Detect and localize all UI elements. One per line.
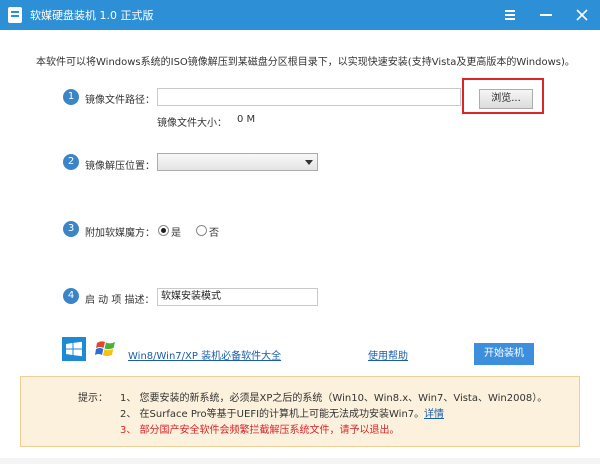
step-2-badge: 2 xyxy=(63,154,79,170)
help-link[interactable]: 使用帮助 xyxy=(368,347,408,362)
software-collection-link[interactable]: Win8/Win7/XP 装机必备软件大全 xyxy=(128,347,281,362)
radio-yes-label: 是 xyxy=(171,228,181,239)
description-text: 本软件可以将Windows系统的ISO镜像解压到某磁盘分区根目录下，以实现快速安… xyxy=(36,57,575,68)
windows8-logo-icon xyxy=(62,337,86,361)
tip-line-2: 2、 在Surface Pro等基于UEFI的计算机上可能无法成功安装Win7。 xyxy=(120,409,425,420)
windows-xp-logo-icon xyxy=(95,341,115,357)
step-1-badge: 1 xyxy=(63,89,79,105)
extract-location-label: 镜像解压位置： xyxy=(85,161,155,172)
boot-desc-label: 启 动 项 描述： xyxy=(85,295,155,306)
image-path-input[interactable] xyxy=(157,88,461,106)
tip-line-1: 1、 您要安装的新系统，必须是XP之后的系统（Win10、Win8.x、Win7… xyxy=(120,393,548,404)
window-title: 软媒硬盘装机 1.0 正式版 xyxy=(30,9,154,22)
step-3-badge: 3 xyxy=(63,221,79,237)
magic-cube-label: 附加软媒魔方： xyxy=(85,228,155,239)
step-4-badge: 4 xyxy=(63,288,79,304)
start-install-button[interactable]: 开始装机 xyxy=(474,343,534,365)
tips-prefix: 提示： xyxy=(78,393,108,404)
boot-desc-input[interactable]: 软媒安装模式 xyxy=(157,288,318,306)
radio-no[interactable] xyxy=(196,225,207,236)
image-path-label: 镜像文件路径： xyxy=(85,95,155,106)
tip-details-link[interactable]: 详情 xyxy=(424,405,444,420)
app-icon xyxy=(8,7,22,23)
image-size-value: 0 M xyxy=(237,114,256,125)
minimize-icon[interactable] xyxy=(528,0,564,30)
browse-highlight xyxy=(462,78,544,114)
tip-line-3: 3、 部分国产安全软件会频繁拦截解压系统文件，请予以退出。 xyxy=(120,425,400,436)
radio-yes[interactable] xyxy=(158,225,169,236)
close-icon[interactable] xyxy=(564,0,600,30)
image-size-label: 镜像文件大小： xyxy=(157,118,227,129)
radio-no-label: 否 xyxy=(209,228,219,239)
status-bar xyxy=(0,458,600,464)
title-bar: 软媒硬盘装机 1.0 正式版 xyxy=(0,0,600,30)
menu-icon[interactable] xyxy=(492,0,528,30)
dropdown-arrow-icon xyxy=(305,160,313,165)
extract-location-dropdown[interactable] xyxy=(157,153,318,171)
